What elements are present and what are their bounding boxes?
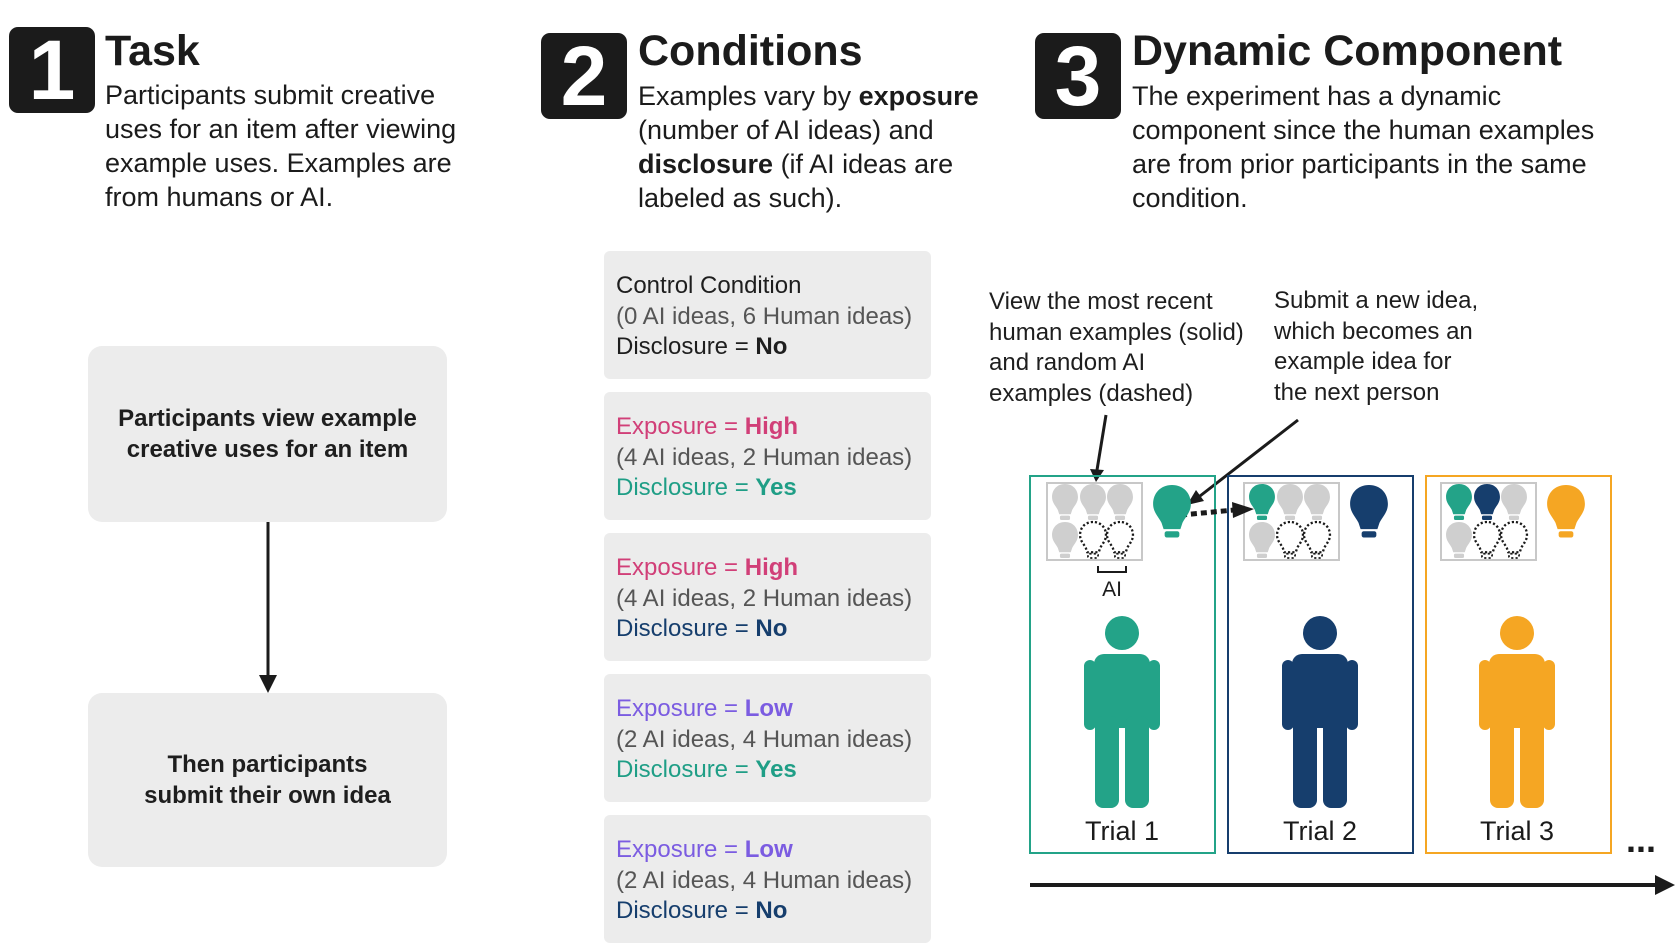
human-example-bulb-icon [1107,484,1133,520]
human-example-bulb-icon [1052,484,1078,520]
human-example-bulb-icon [1249,484,1275,520]
trial-3-person-icon [1479,616,1555,808]
trial-2-new-idea-bulb-icon [1350,485,1388,538]
trial-3-new-idea-bulb-icon [1547,485,1585,538]
people-layer [1084,616,1555,808]
diagram-graphics: AI Trial 1 Trial 2 Trial 3 ... [259,414,1675,895]
trial-2-label: Trial 2 [1283,816,1357,846]
human-example-bulb-icon [1304,484,1330,520]
view-annotation-arrow [1095,414,1108,471]
bulb-layer [1052,484,1585,559]
trial-2-person-icon [1282,616,1358,808]
human-example-bulb-icon [1501,484,1527,520]
human-example-bulb-icon [1080,484,1106,520]
human-example-bulb-icon [1249,522,1275,558]
flow-arrow-head [259,675,277,693]
timeline-arrowhead [1655,875,1675,895]
human-example-bulb-icon [1474,484,1500,520]
trial-1-label: Trial 1 [1085,816,1159,846]
ai-label: AI [1102,578,1122,601]
ai-bracket [1097,566,1127,573]
human-example-bulb-icon [1446,484,1472,520]
human-example-bulb-icon [1277,484,1303,520]
human-example-bulb-icon [1052,522,1078,558]
ai-example-bulb-icon [1105,520,1135,559]
trial-1-person-icon [1084,616,1160,808]
ai-example-bulb-icon [1078,520,1108,559]
ai-example-bulb-icon [1275,520,1305,559]
ai-example-bulb-icon [1472,520,1502,559]
human-example-bulb-icon [1446,522,1472,558]
continuation-ellipsis: ... [1626,819,1656,860]
trial-1-new-idea-bulb-icon [1153,485,1191,538]
ai-example-bulb-icon [1499,520,1529,559]
ai-example-bulb-icon [1302,520,1332,559]
trial-3-label: Trial 3 [1480,816,1554,846]
